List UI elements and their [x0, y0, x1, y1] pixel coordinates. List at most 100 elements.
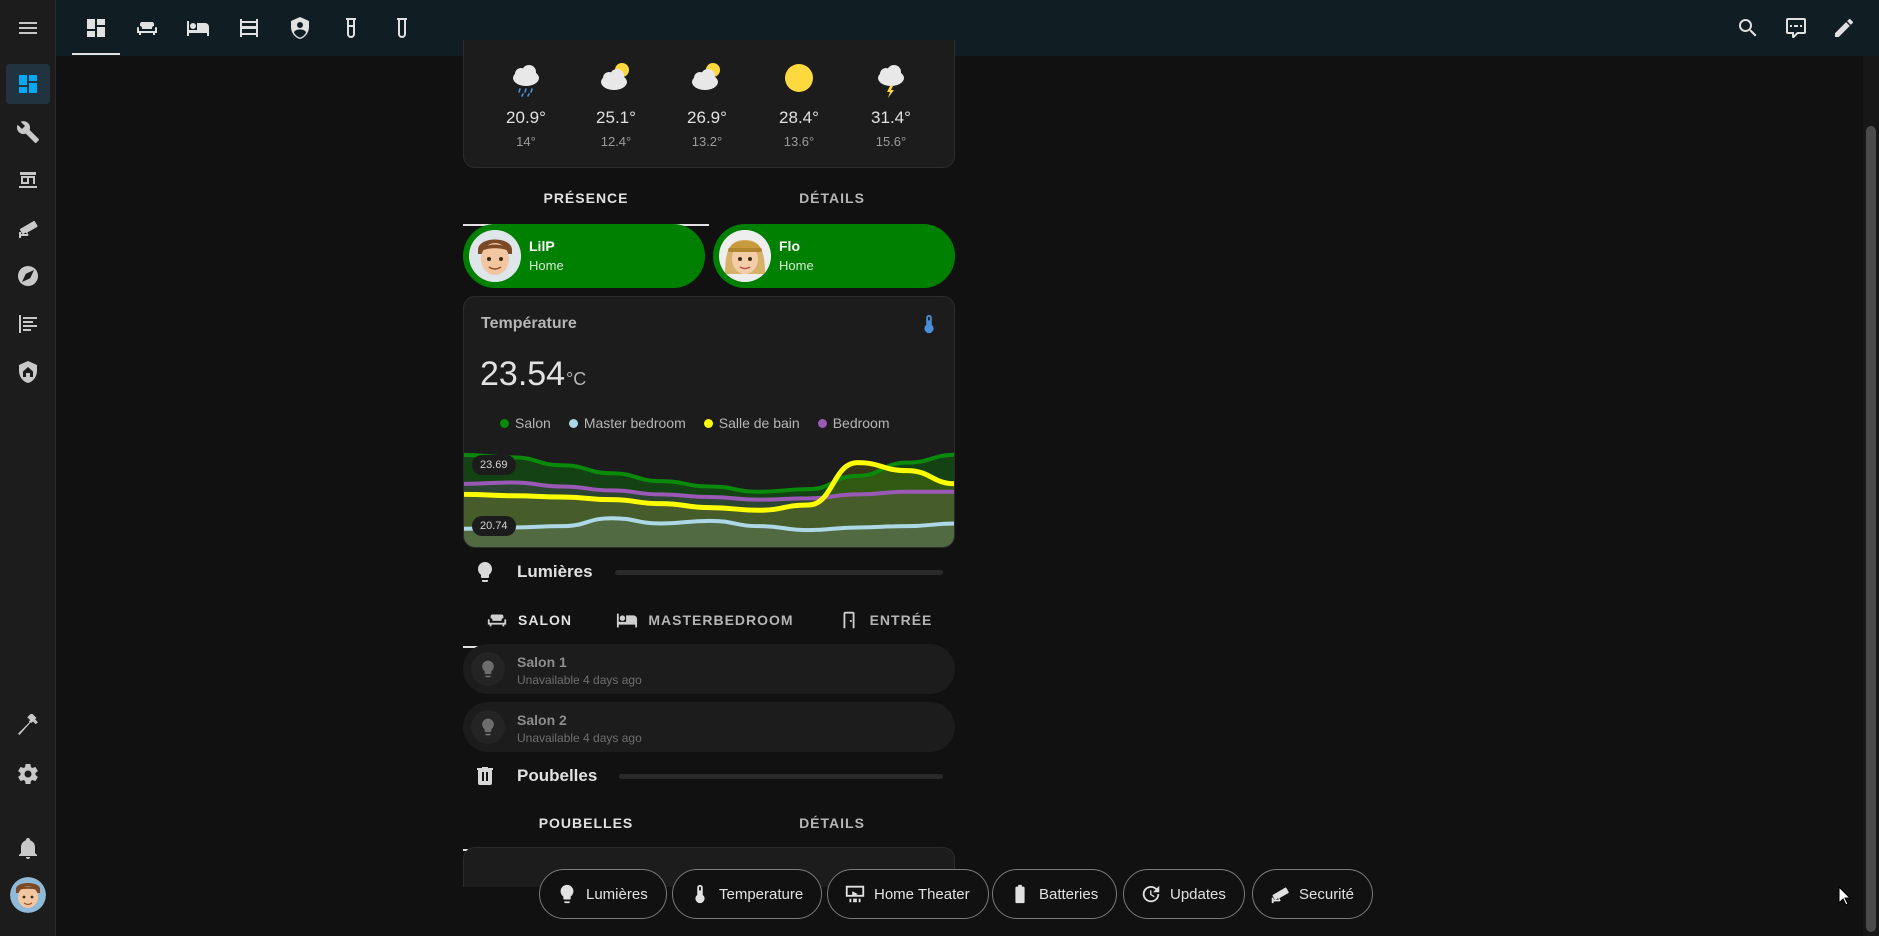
- view-tab-kids-room[interactable]: [229, 8, 269, 48]
- sidebar-item-settings[interactable]: [6, 754, 50, 794]
- forecast-high: 28.4°: [779, 108, 819, 127]
- lightbulb-icon[interactable]: [471, 652, 505, 686]
- tab-entree[interactable]: ENTRÉE: [815, 592, 955, 648]
- gear-icon: [18, 764, 38, 784]
- chip-label: Updates: [1170, 885, 1226, 903]
- chip-label: Batteries: [1039, 885, 1099, 903]
- person-name: LilP: [529, 238, 555, 254]
- person-card-lilp[interactable]: LilP Home: [463, 224, 705, 288]
- sidebar-item-notifications[interactable]: [6, 828, 50, 868]
- partly-cloudy-icon: [672, 60, 742, 100]
- lightbulb-icon[interactable]: [471, 710, 505, 744]
- battery-icon: [1015, 884, 1025, 904]
- forecast-high: 26.9°: [687, 108, 727, 127]
- light-tile-salon-1[interactable]: Salon 1 Unavailable 4 days ago: [463, 644, 955, 694]
- bunk-bed-icon: [240, 19, 258, 37]
- chip-temperature[interactable]: Temperature: [672, 869, 823, 919]
- temperature-sparkline-chart: [464, 452, 954, 547]
- section-lumieres: Lumières: [463, 552, 955, 592]
- temperature-card[interactable]: Température 23.54 °C Salon Master bedroo…: [463, 296, 955, 548]
- sidebar-item-logbook[interactable]: [6, 304, 50, 344]
- light-name: Salon 2: [517, 712, 567, 728]
- chip-home-theater[interactable]: Home Theater: [827, 869, 989, 919]
- section-divider: [619, 774, 943, 779]
- tab-details[interactable]: DÉTAILS: [709, 795, 955, 851]
- edit-dashboard-button[interactable]: [1824, 8, 1864, 48]
- view-tab-lab[interactable]: [331, 8, 371, 48]
- dashboard-app: 20.9° 14° 25.1° 12.4° 26.9° 13.2° 28.4° …: [0, 0, 1879, 936]
- section-divider: [615, 570, 943, 575]
- chip-securite[interactable]: Securité: [1252, 869, 1374, 919]
- chip-lumieres[interactable]: Lumières: [539, 869, 667, 919]
- sidebar-item-tools[interactable]: [6, 112, 50, 152]
- lumieres-room-tabs: SALON MASTERBEDROOM ENTRÉE: [463, 592, 955, 648]
- tab-label: MASTERBEDROOM: [648, 612, 794, 628]
- chip-batteries[interactable]: Batteries: [992, 869, 1118, 919]
- tab-label: SALON: [518, 612, 572, 628]
- tab-salon[interactable]: SALON: [463, 592, 595, 648]
- forecast-low: 12.4°: [600, 134, 632, 149]
- legend-dot: [500, 418, 509, 428]
- forecast-day: 28.4° 13.6°: [764, 60, 834, 149]
- card-title: Température: [481, 315, 577, 332]
- sidebar-item-hacs[interactable]: [6, 160, 50, 200]
- forecast-day: 25.1° 12.4°: [581, 60, 651, 149]
- search-icon: [1739, 19, 1757, 37]
- user-avatar[interactable]: [10, 877, 46, 913]
- lightbulb-icon: [560, 884, 574, 904]
- shield-icon: [291, 17, 309, 39]
- person-card-flo[interactable]: Flo Home: [713, 224, 955, 288]
- menu-icon[interactable]: [6, 8, 50, 48]
- section-title: Lumières: [517, 562, 593, 581]
- view-tab-bedroom[interactable]: [178, 8, 218, 48]
- sidebar-item-map[interactable]: [6, 256, 50, 296]
- temperature-value: 23.54: [480, 355, 566, 393]
- tab-presence[interactable]: PRÉSENCE: [463, 170, 709, 226]
- page-scrollbar[interactable]: [1863, 56, 1879, 936]
- flask-icon: [397, 18, 407, 38]
- sidebar-item-overview[interactable]: [6, 64, 50, 104]
- light-tile-salon-2[interactable]: Salon 2 Unavailable 4 days ago: [463, 702, 955, 752]
- chip-label: Home Theater: [874, 885, 970, 903]
- search-button[interactable]: [1728, 8, 1768, 48]
- view-tab-salon[interactable]: [127, 8, 167, 48]
- view-tab-test[interactable]: [382, 8, 422, 48]
- chart-legend: Salon Master bedroom Salle de bain Bedro…: [500, 415, 890, 431]
- dashboard-icon: [19, 75, 37, 93]
- tab-poubelles[interactable]: POUBELLES: [463, 795, 709, 851]
- forecast-low: 15.6°: [875, 134, 907, 149]
- scrollbar-thumb[interactable]: [1866, 126, 1876, 932]
- legend-dot: [568, 418, 578, 428]
- light-state: Unavailable 4 days ago: [517, 673, 642, 687]
- sidebar: [0, 0, 56, 936]
- bed-icon: [187, 21, 209, 36]
- bed-icon: [617, 613, 638, 628]
- forecast-high: 20.9°: [506, 108, 546, 127]
- chart-max-label: 23.69: [472, 455, 516, 475]
- legend-dot: [703, 418, 713, 428]
- sidebar-item-developer-tools[interactable]: [6, 706, 50, 746]
- weather-forecast-card[interactable]: 20.9° 14° 25.1° 12.4° 26.9° 13.2° 28.4° …: [463, 40, 955, 168]
- assist-chat-icon: [1786, 18, 1806, 38]
- pencil-icon: [1835, 18, 1854, 37]
- home-shield-icon: [19, 361, 37, 383]
- tab-details[interactable]: DÉTAILS: [709, 170, 955, 226]
- avatar: [469, 230, 521, 282]
- light-state: Unavailable 4 days ago: [517, 731, 642, 745]
- sidebar-item-alarm[interactable]: [6, 352, 50, 392]
- assist-button[interactable]: [1776, 8, 1816, 48]
- view-tab-security[interactable]: [280, 8, 320, 48]
- cctv-icon: [19, 220, 38, 238]
- temperature-unit: °C: [566, 369, 587, 389]
- chip-updates[interactable]: Updates: [1123, 869, 1245, 919]
- dashboard-icon: [87, 19, 105, 37]
- chip-label: Lumières: [586, 885, 648, 903]
- forecast-high: 25.1°: [596, 108, 636, 127]
- chip-label: Securité: [1299, 885, 1355, 903]
- legend-label: Salon: [515, 415, 551, 431]
- view-tab-overview[interactable]: [76, 8, 116, 48]
- tab-masterbedroom[interactable]: MASTERBEDROOM: [595, 592, 815, 648]
- cctv-icon: [1271, 887, 1289, 904]
- sidebar-item-cameras[interactable]: [6, 208, 50, 248]
- forecast-low: 13.2°: [691, 134, 723, 149]
